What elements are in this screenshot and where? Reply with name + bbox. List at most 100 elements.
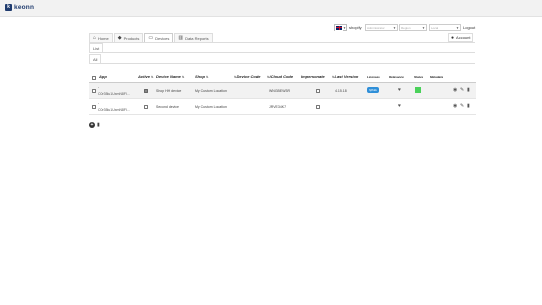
row-checkbox[interactable]	[92, 105, 96, 109]
table-header: App Active⇅ Device Name⇅ Shop⇅ ⇅Device C…	[89, 71, 476, 83]
table-row[interactable]: - C0r35lu1UxmN8Fl... Second device My Cu…	[89, 99, 476, 115]
chevron-down-icon: ▼	[343, 25, 346, 30]
col-last-version[interactable]: ⇅Last Version	[331, 74, 358, 79]
col-device-code-label: Device Code	[236, 74, 261, 79]
app-name: -	[98, 85, 100, 89]
col-status: Status	[414, 75, 423, 79]
shop-name: My Custom Location	[195, 105, 227, 109]
device-name: Second device	[156, 105, 179, 109]
home-icon: ⌂	[93, 35, 97, 41]
col-icloud-code[interactable]: ⇅iCloud Code	[266, 74, 293, 79]
status-indicator	[415, 87, 421, 93]
top-bar: k keonn	[0, 0, 542, 17]
uk-flag-icon	[335, 24, 343, 31]
account-button[interactable]: ● Account	[448, 33, 474, 42]
role-select[interactable]: Administrator ▼	[365, 24, 398, 31]
location-select[interactable]: Local ▼	[429, 24, 461, 31]
col-app-label: App	[99, 74, 107, 79]
heart-icon[interactable]: ♥	[398, 87, 401, 93]
bulk-delete-icon[interactable]: ▮	[97, 122, 100, 128]
col-impersonate-label: Impersonate	[301, 74, 325, 79]
sort-icon: ⇅	[151, 75, 154, 79]
col-device-name[interactable]: Device Name⇅	[156, 74, 184, 79]
col-status-label: Status	[414, 75, 424, 79]
subtabs-divider	[89, 52, 475, 53]
brand-name: keonn	[14, 4, 35, 11]
tag-icon: ◆	[117, 35, 122, 41]
eye-icon[interactable]: ◉	[453, 103, 457, 109]
chevron-down-icon: ▼	[456, 25, 459, 30]
tab-devices[interactable]: ▭ Devices	[144, 33, 174, 42]
col-active[interactable]: Active⇅	[138, 74, 154, 79]
app-name: -	[98, 101, 100, 105]
col-metadata-label: Metadata	[430, 75, 444, 79]
col-icloud-code-label: iCloud Code	[269, 74, 294, 79]
col-relevance: Relevance	[389, 75, 404, 79]
col-licenses-label: Licenses	[367, 75, 380, 79]
logo-icon: k	[5, 4, 12, 11]
tab-label: Home	[98, 35, 109, 41]
region-select-placeholder: Region	[401, 25, 411, 30]
col-licenses: Licenses	[367, 75, 380, 79]
col-relevance-label: Relevance	[389, 75, 404, 79]
last-version: 4.15.18	[335, 89, 347, 93]
col-shop[interactable]: Shop⇅	[195, 74, 209, 79]
language-select[interactable]: ▼	[334, 24, 347, 31]
edit-icon[interactable]: ✎	[460, 103, 464, 109]
shop-label: shopify	[349, 25, 362, 30]
sort-icon: ⇅	[206, 75, 209, 79]
col-active-label: Active	[138, 74, 151, 79]
col-last-version-label: Last Version	[334, 74, 359, 79]
chevron-down-icon: ▼	[422, 25, 425, 30]
license-badge[interactable]: hjfhkk	[367, 87, 379, 93]
heart-icon[interactable]: ♥	[398, 103, 401, 109]
icloud-code: JRVE34K7	[269, 105, 287, 109]
col-shop-label: Shop	[195, 74, 205, 79]
col-device-code[interactable]: ⇅Device Code	[233, 74, 261, 79]
tab-label: Devices	[155, 35, 170, 41]
col-device-name-label: Device Name	[156, 74, 181, 79]
impersonate-checkbox[interactable]	[316, 105, 320, 109]
trash-icon[interactable]: ▮	[467, 103, 470, 109]
device-name: Shop HH device	[156, 89, 182, 93]
logout-link[interactable]: Logout	[463, 24, 475, 31]
active-checkbox[interactable]	[144, 105, 148, 109]
tabs-divider	[89, 42, 475, 43]
col-app[interactable]: App	[99, 74, 107, 79]
select-all-checkbox[interactable]	[92, 76, 96, 80]
brand-logo[interactable]: k keonn	[5, 4, 34, 11]
trash-icon[interactable]: ▮	[467, 87, 470, 93]
table-actions: + ▮	[89, 122, 100, 128]
main-tabs: ⌂ Home ◆ Products ▭ Devices ▥ Data Repor…	[89, 33, 214, 42]
eye-icon[interactable]: ◉	[453, 87, 457, 93]
devices-table: App Active⇅ Device Name⇅ Shop⇅ ⇅Device C…	[89, 71, 476, 115]
tab-data-reports[interactable]: ▥ Data Reports	[174, 33, 213, 42]
table-row[interactable]: - C0r35lu1UxmN8Fl... Shop HH device My C…	[89, 83, 476, 99]
tab-label: Products	[123, 35, 140, 41]
user-icon: ●	[451, 34, 455, 41]
col-metadata: Metadata	[430, 75, 443, 79]
row-checkbox[interactable]	[92, 89, 96, 93]
subtab-all[interactable]: All	[89, 54, 102, 63]
impersonate-checkbox[interactable]	[316, 89, 320, 93]
subtab-list[interactable]: List	[89, 43, 104, 52]
tab-home[interactable]: ⌂ Home	[89, 33, 113, 42]
shop-name: My Custom Location	[195, 89, 227, 93]
tab-products[interactable]: ◆ Products	[113, 33, 144, 42]
active-checkbox[interactable]	[144, 89, 148, 93]
chevron-down-icon: ▼	[393, 25, 396, 30]
role-select-placeholder: Administrator	[367, 25, 385, 30]
region-select[interactable]: Region ▼	[399, 24, 427, 31]
bar-chart-icon: ▥	[178, 35, 184, 41]
sort-icon: ⇅	[181, 75, 185, 79]
monitor-icon: ▭	[148, 35, 154, 41]
app-id: C0r35lu1UxmN8Fl...	[98, 92, 130, 96]
location-select-placeholder: Local	[431, 25, 439, 30]
filter-divider	[89, 63, 475, 64]
col-impersonate[interactable]: Impersonate	[301, 74, 325, 79]
edit-icon[interactable]: ✎	[460, 87, 464, 93]
app-id: C0r35lu1UxmN8Fl...	[98, 108, 130, 112]
tab-label: Data Reports	[185, 35, 209, 41]
add-device-icon[interactable]: +	[89, 122, 95, 128]
account-label: Account	[456, 35, 471, 40]
